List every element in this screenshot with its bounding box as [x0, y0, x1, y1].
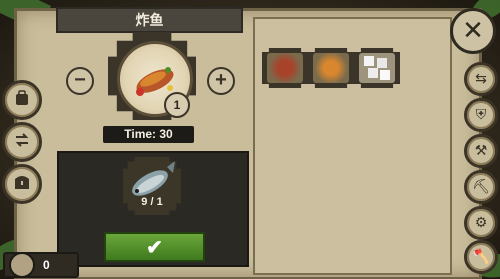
- chest-icon: [13, 173, 31, 195]
- right-menu-axe[interactable]: 🪓: [464, 240, 498, 274]
- confirm-button[interactable]: ✔: [104, 232, 205, 262]
- increase-button[interactable]: +: [207, 67, 235, 95]
- refresh-arrows-icon: ⇆: [475, 71, 487, 87]
- right-menu-refresh[interactable]: ⇆: [464, 62, 498, 96]
- recipe-list-area: [253, 17, 452, 275]
- dish-quantity-badge: 1: [164, 92, 190, 118]
- anvil-icon: ⚙: [474, 215, 488, 231]
- transfer-arrows-icon: [13, 131, 31, 153]
- close-button[interactable]: ✕: [450, 8, 496, 54]
- decrease-button[interactable]: −: [66, 67, 94, 95]
- fried-fish-plate-icon: [313, 53, 349, 83]
- sugar-cubes-icon: [359, 53, 395, 83]
- cook-time-label: Time: 30: [103, 126, 194, 143]
- backpack-button[interactable]: [2, 80, 42, 120]
- hammer-icon: ⚒: [474, 143, 488, 159]
- currency-counter[interactable]: 0: [3, 252, 79, 278]
- right-menu-hammer[interactable]: ⚒: [464, 134, 498, 168]
- steak-plate-icon: [267, 53, 303, 83]
- recipe-slot-fried-fish[interactable]: [308, 48, 354, 88]
- recipe-slot-sugar[interactable]: [354, 48, 400, 88]
- right-menu-anvil[interactable]: ⚙: [464, 206, 498, 240]
- game-scene: 炸鱼 1 − + Time: 30 9 / 1 ✔ ✕ ⇆ ⛨ ⚒ ⛏ ⚙ 🪓 …: [0, 0, 500, 279]
- recipe-slot-steak[interactable]: [262, 48, 308, 88]
- dialog-title: 炸鱼: [56, 7, 243, 33]
- transfer-button[interactable]: [2, 122, 42, 162]
- backpack-icon: [13, 89, 31, 111]
- right-menu-armor[interactable]: ⛨: [464, 98, 498, 132]
- pickaxe-icon: ⛏: [472, 179, 490, 195]
- currency-icon: [9, 252, 35, 278]
- right-menu-pickaxe[interactable]: ⛏: [464, 170, 498, 204]
- axe-icon: 🪓: [472, 249, 490, 265]
- ingredient-count: 9 / 1: [141, 196, 163, 208]
- armor-icon: ⛨: [475, 107, 487, 123]
- currency-value: 0: [43, 258, 50, 272]
- chest-button[interactable]: [2, 164, 42, 204]
